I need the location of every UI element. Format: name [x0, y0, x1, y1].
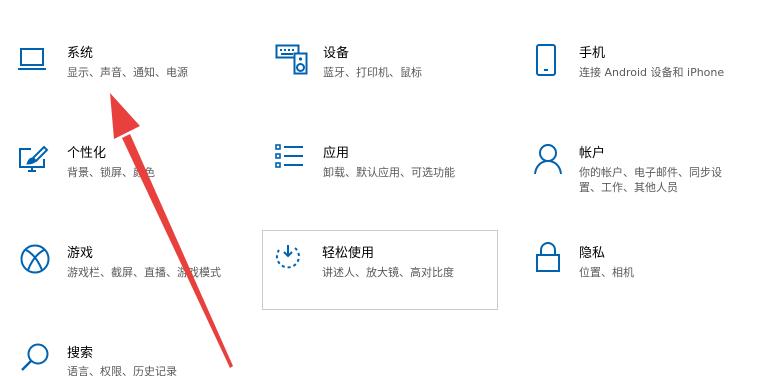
tile-ease-of-access[interactable]: 轻松使用 讲述人、放大镜、高对比度	[262, 230, 498, 310]
tile-apps[interactable]: 应用 卸载、默认应用、可选功能	[264, 136, 504, 198]
app-list-icon	[275, 143, 305, 173]
paintbrush-monitor-icon	[17, 145, 49, 175]
tile-accounts-desc-line1: 你的帐户、电子邮件、同步设	[579, 166, 722, 179]
tile-accounts-title: 帐户	[579, 146, 606, 161]
search-icon	[19, 341, 51, 373]
person-icon	[533, 143, 563, 175]
xbox-icon	[19, 243, 51, 275]
tile-apps-desc: 卸载、默认应用、可选功能	[323, 166, 455, 179]
tile-search-title: 搜索	[67, 346, 94, 361]
tile-gaming-title: 游戏	[67, 246, 94, 261]
tile-system-desc: 显示、声音、通知、电源	[67, 66, 188, 79]
tile-ease-of-access-desc: 讲述人、放大镜、高对比度	[322, 266, 454, 279]
tile-apps-title: 应用	[323, 146, 350, 161]
tile-devices-title: 设备	[323, 46, 350, 61]
keyboard-speaker-icon	[275, 43, 311, 75]
tile-privacy[interactable]: 隐私 位置、相机	[520, 236, 775, 298]
tile-search-desc: 语言、权限、历史记录	[67, 365, 177, 376]
tile-system-title: 系统	[67, 46, 94, 61]
tile-accounts-desc-line2: 置、工作、其他人员	[579, 181, 678, 194]
tile-gaming[interactable]: 游戏 游戏栏、截屏、直播、游戏模式	[8, 236, 248, 298]
settings-home: 系统 显示、声音、通知、电源 设备 蓝牙、打印机、鼠标 手机 连接 Androi…	[0, 0, 783, 376]
tile-system[interactable]: 系统 显示、声音、通知、电源	[8, 36, 248, 98]
tile-privacy-title: 隐私	[579, 246, 606, 261]
tile-search[interactable]: 搜索 语言、权限、历史记录	[8, 336, 248, 376]
tile-devices-desc: 蓝牙、打印机、鼠标	[323, 66, 422, 79]
tile-phone[interactable]: 手机 连接 Android 设备和 iPhone	[520, 36, 775, 98]
laptop-icon	[17, 45, 49, 73]
tile-personalization-desc: 背景、锁屏、颜色	[67, 166, 155, 179]
tile-gaming-desc: 游戏栏、截屏、直播、游戏模式	[67, 266, 221, 279]
tile-phone-title: 手机	[579, 46, 606, 61]
tile-privacy-desc: 位置、相机	[579, 266, 634, 279]
tile-ease-of-access-title: 轻松使用	[322, 246, 375, 261]
annotation-arrow-head	[110, 93, 140, 139]
tile-accounts[interactable]: 帐户 你的帐户、电子邮件、同步设 置、工作、其他人员	[520, 136, 775, 206]
tile-devices[interactable]: 设备 蓝牙、打印机、鼠标	[264, 36, 504, 98]
tile-phone-desc: 连接 Android 设备和 iPhone	[579, 66, 725, 79]
lock-icon	[535, 241, 561, 273]
ease-of-access-icon	[273, 242, 303, 272]
phone-icon	[535, 43, 557, 77]
tile-personalization[interactable]: 个性化 背景、锁屏、颜色	[8, 136, 248, 198]
tile-personalization-title: 个性化	[67, 146, 107, 161]
